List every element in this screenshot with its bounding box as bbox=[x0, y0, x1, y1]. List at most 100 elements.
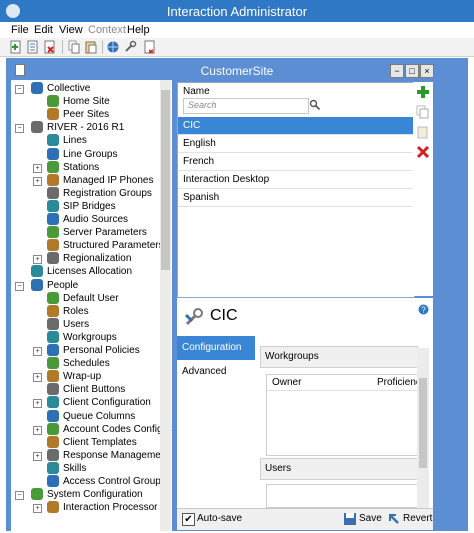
tab-advanced[interactable]: Advanced bbox=[177, 362, 255, 380]
expand-icon[interactable]: + bbox=[33, 163, 42, 173]
close-button[interactable]: × bbox=[420, 64, 434, 78]
tree-item[interactable]: Roles bbox=[11, 304, 161, 318]
tree-item[interactable]: + Client Configuration bbox=[11, 396, 161, 409]
list-item[interactable]: Interaction Desktop bbox=[178, 171, 414, 189]
tree-item[interactable]: Licenses Allocation bbox=[11, 265, 161, 278]
users-section-header[interactable]: Users bbox=[260, 458, 418, 480]
tree-item[interactable]: Default User bbox=[11, 291, 161, 305]
tree-item[interactable]: + Stations bbox=[11, 160, 161, 174]
tree-item[interactable]: − RIVER - 2016 R1 bbox=[11, 121, 161, 134]
expand-icon[interactable]: + bbox=[33, 425, 42, 435]
revert-button[interactable]: Revert bbox=[403, 513, 432, 524]
tree-item[interactable]: + Response Management bbox=[11, 448, 169, 462]
list-header-name[interactable]: Name bbox=[183, 86, 210, 97]
tree-item[interactable]: − Collective bbox=[11, 82, 161, 95]
tree-item[interactable]: Server Parameters bbox=[11, 226, 161, 239]
workgroups-section-title: Workgroups bbox=[265, 351, 319, 362]
tree-item-label: Regionalization bbox=[63, 253, 132, 265]
list-item[interactable]: Spanish bbox=[178, 189, 414, 207]
collapse-icon[interactable]: − bbox=[15, 491, 24, 501]
menu-help[interactable]: Help bbox=[127, 24, 150, 36]
tree-item[interactable]: Audio Sources bbox=[11, 213, 161, 226]
copy-icon[interactable] bbox=[416, 105, 430, 119]
new-icon[interactable] bbox=[9, 40, 23, 54]
expand-icon[interactable]: + bbox=[33, 373, 42, 383]
expand-icon[interactable]: + bbox=[33, 399, 42, 409]
search-icon[interactable] bbox=[309, 99, 321, 111]
expand-icon[interactable]: + bbox=[33, 176, 42, 186]
tree-item[interactable]: Registration Groups bbox=[11, 186, 161, 200]
tree-node-icon bbox=[47, 344, 59, 356]
add-icon[interactable] bbox=[416, 85, 430, 99]
tree-item[interactable]: + Wrap-up bbox=[11, 370, 161, 383]
tree-node-icon bbox=[47, 422, 59, 435]
tree-item-label: Structured Parameters bbox=[63, 240, 164, 252]
tree-item[interactable]: Access Control Groups bbox=[11, 475, 166, 488]
minimize-button[interactable]: − bbox=[390, 64, 404, 78]
tree-scrollbar[interactable] bbox=[160, 80, 171, 531]
tree-item[interactable]: Client Templates bbox=[11, 435, 161, 449]
tree-item[interactable]: − People bbox=[11, 278, 161, 292]
tree-item[interactable]: + Personal Policies bbox=[11, 344, 161, 357]
revert-icon[interactable] bbox=[387, 512, 401, 526]
list-item[interactable]: English bbox=[178, 135, 414, 153]
collapse-icon[interactable]: − bbox=[15, 281, 24, 291]
save-button[interactable]: Save bbox=[359, 513, 382, 524]
paste-icon[interactable] bbox=[84, 40, 98, 54]
list-item[interactable]: CIC bbox=[178, 117, 414, 135]
expand-icon[interactable]: + bbox=[33, 347, 42, 356]
menu-context[interactable]: Context bbox=[88, 24, 126, 36]
search-box[interactable]: Search bbox=[183, 98, 309, 114]
save-icon[interactable] bbox=[343, 512, 357, 526]
menu-view[interactable]: View bbox=[59, 24, 83, 36]
copy-icon[interactable] bbox=[67, 40, 81, 54]
collapse-icon[interactable]: − bbox=[15, 85, 24, 94]
tree-item[interactable]: − System Configuration bbox=[11, 488, 161, 501]
tree-item-label: Licenses Allocation bbox=[47, 266, 133, 278]
help-icon[interactable]: ? bbox=[418, 304, 429, 315]
tree-item[interactable]: Home Site bbox=[11, 95, 161, 108]
column-proficiency[interactable]: Proficiency bbox=[377, 377, 417, 388]
tree-node-icon bbox=[47, 461, 59, 474]
tree-item-label: Response Management bbox=[63, 449, 170, 461]
delete-icon[interactable] bbox=[43, 40, 57, 54]
properties-icon[interactable] bbox=[26, 40, 40, 54]
delete-icon[interactable] bbox=[416, 145, 430, 159]
tree-item[interactable]: + Managed IP Phones bbox=[11, 173, 161, 187]
restore-button[interactable]: □ bbox=[405, 64, 419, 78]
tree-item[interactable]: Client Buttons bbox=[11, 383, 161, 396]
expand-icon[interactable]: + bbox=[33, 451, 42, 461]
tree-item[interactable]: Lines bbox=[11, 134, 161, 147]
tree-item[interactable]: SIP Bridges bbox=[11, 199, 161, 213]
tree-item[interactable]: Schedules bbox=[11, 357, 161, 370]
tree-item[interactable]: + Regionalization bbox=[11, 252, 161, 265]
tree-item[interactable]: + Interaction Processor bbox=[11, 501, 161, 514]
paste-icon[interactable] bbox=[416, 125, 430, 139]
tree-item[interactable]: Structured Parameters bbox=[11, 239, 164, 252]
tree-item[interactable]: + Account Codes Configura bbox=[11, 422, 172, 436]
tree-item[interactable]: Users bbox=[11, 317, 161, 331]
autosave-checkbox[interactable]: ✔ bbox=[182, 513, 195, 526]
tree-scrollbar-thumb[interactable] bbox=[161, 90, 170, 270]
workgroups-section-header[interactable]: Workgroups bbox=[260, 346, 418, 368]
tree-item-label: People bbox=[47, 279, 79, 291]
tree-item[interactable]: Skills bbox=[11, 461, 161, 475]
tree-item[interactable]: Workgroups bbox=[11, 330, 161, 344]
export-icon[interactable] bbox=[143, 40, 157, 54]
menu-edit[interactable]: Edit bbox=[34, 24, 53, 36]
column-owner[interactable]: Owner bbox=[272, 377, 301, 388]
wrench-icon[interactable] bbox=[123, 40, 137, 54]
tree-node-icon bbox=[47, 108, 59, 121]
detail-scrollbar[interactable] bbox=[417, 348, 429, 508]
collapse-icon[interactable]: − bbox=[15, 124, 24, 134]
menu-file[interactable]: File bbox=[11, 24, 29, 36]
tree-item[interactable]: Line Groups bbox=[11, 147, 161, 161]
tree-item[interactable]: Queue Columns bbox=[11, 409, 161, 423]
tree-item[interactable]: Peer Sites bbox=[11, 108, 161, 121]
list-item[interactable]: French bbox=[178, 153, 414, 171]
detail-scrollbar-thumb[interactable] bbox=[419, 378, 427, 468]
tab-configuration[interactable]: Configuration bbox=[177, 336, 255, 360]
connect-icon[interactable] bbox=[106, 40, 120, 54]
expand-icon[interactable]: + bbox=[33, 255, 42, 265]
expand-icon[interactable]: + bbox=[33, 504, 42, 514]
